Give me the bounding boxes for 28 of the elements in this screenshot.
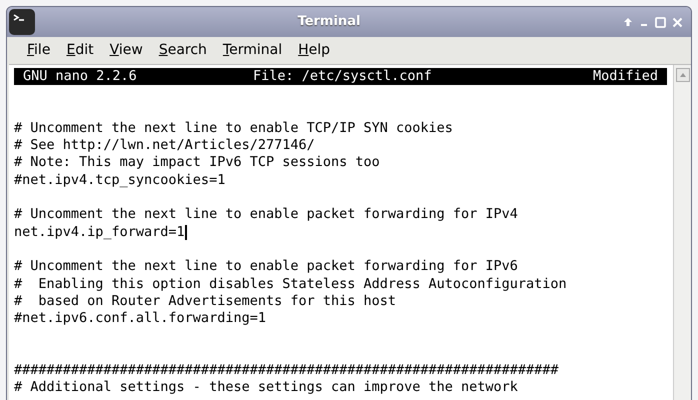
maximize-icon[interactable] xyxy=(655,16,666,28)
file-name: File: /etc/sysctl.conf xyxy=(253,68,433,86)
code-line: #net.ipv4.tcp_syncookies=1 xyxy=(14,172,226,190)
scroll-up-icon[interactable] xyxy=(676,68,690,82)
code-line: net.ipv4.ip_forward=1 xyxy=(14,224,185,241)
menu-item[interactable]: Terminal xyxy=(222,40,282,61)
code-line: #net.ipv6.conf.all.forwarding=1 xyxy=(14,310,266,328)
code-line: ################################################################### xyxy=(14,362,559,380)
code-line: # based on Router Advertisements for this host xyxy=(14,292,396,310)
terminal-icon xyxy=(9,9,35,35)
menu-item[interactable]: Search xyxy=(158,40,207,61)
code-line: # See http://lwn.net/Articles/277146/ xyxy=(14,137,315,154)
menu-item[interactable]: Edit xyxy=(66,40,94,61)
arrow-up-icon[interactable] xyxy=(623,17,633,27)
window-title: Terminal xyxy=(298,13,360,32)
code-line: # Uncomment the next line to enable packet forwarding for IPv4 xyxy=(14,206,518,224)
code-line: # Additional settings - these settings can improve the network xyxy=(14,379,518,397)
modified-status: Modified xyxy=(592,68,658,86)
code-line: # Uncomment the next line to enable packet forwarding for IPv6 xyxy=(14,258,518,276)
menu-item[interactable]: View xyxy=(110,40,143,61)
code-line: # Uncomment the next line to enable TCP/IP SYN cookies xyxy=(14,120,453,138)
code-line: # Note: This may impact IPv6 TCP sessions too xyxy=(14,154,380,172)
menu-item[interactable]: Help xyxy=(298,40,330,61)
nano-version: GNU nano 2.2.6 xyxy=(23,68,138,86)
close-icon[interactable] xyxy=(672,16,683,28)
scrollbar[interactable] xyxy=(673,65,691,400)
menu-item[interactable]: File xyxy=(27,40,50,61)
code-line: # Enabling this option disables Stateless Address Autoconfiguration xyxy=(14,276,567,293)
